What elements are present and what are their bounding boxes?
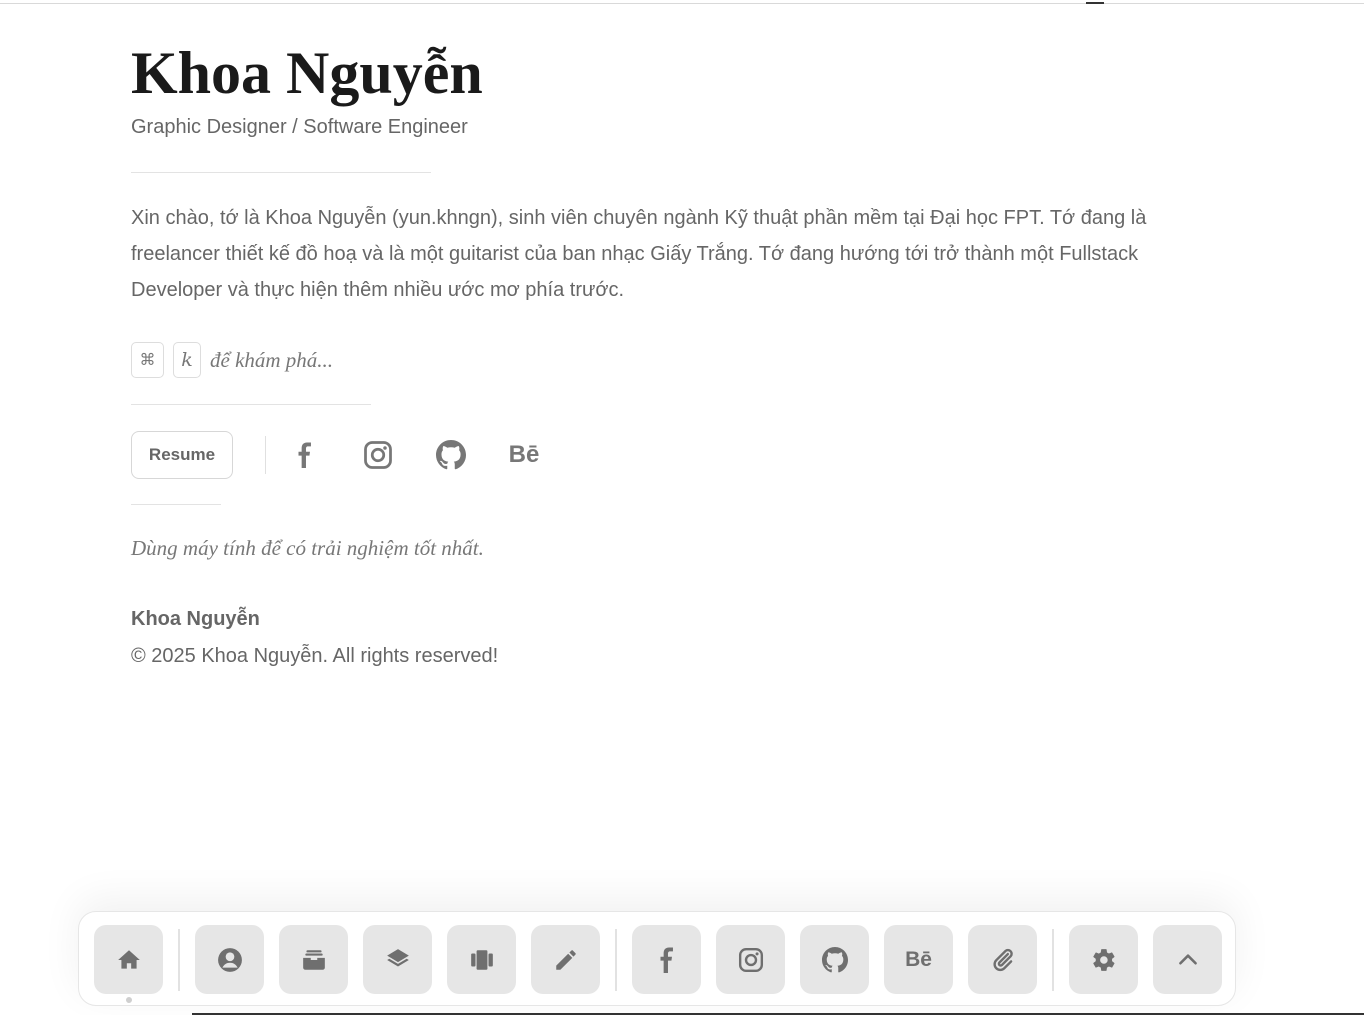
pencil-icon[interactable] <box>531 925 600 994</box>
active-indicator <box>126 997 132 1003</box>
bottom-dock: Bē <box>78 911 1236 1006</box>
profile-icon[interactable] <box>195 925 264 994</box>
divider <box>131 172 431 173</box>
divider <box>131 504 221 505</box>
facebook-icon[interactable] <box>288 438 322 472</box>
github-icon[interactable] <box>434 438 468 472</box>
divider <box>131 404 371 405</box>
settings-icon[interactable] <box>1069 925 1138 994</box>
resume-button[interactable]: Resume <box>131 431 233 479</box>
chevron-up-icon[interactable] <box>1153 925 1222 994</box>
copyright-text: © 2025 Khoa Nguyễn. All rights reserved! <box>131 645 499 667</box>
job-subtitle: Graphic Designer / Software Engineer <box>131 116 468 138</box>
explore-hint: để khám phá... <box>210 347 334 372</box>
dock-divider <box>178 929 180 991</box>
archive-icon[interactable] <box>279 925 348 994</box>
instagram-icon[interactable] <box>716 925 785 994</box>
top-edge-mark <box>1086 2 1104 4</box>
layers-icon[interactable] <box>363 925 432 994</box>
dock-divider <box>615 929 617 991</box>
social-links: Resume Bē <box>131 431 541 479</box>
bio-paragraph: Xin chào, tớ là Khoa Nguyễn (yun.khngn),… <box>131 207 1147 301</box>
dock-divider <box>1052 929 1054 991</box>
home-icon[interactable] <box>94 925 163 994</box>
top-border <box>0 3 1364 4</box>
instagram-icon[interactable] <box>361 438 395 472</box>
gallery-icon[interactable] <box>447 925 516 994</box>
command-palette-hint[interactable]: ⌘ k để khám phá... <box>131 341 333 379</box>
facebook-icon[interactable] <box>632 925 701 994</box>
behance-label: Bē <box>905 947 932 971</box>
paperclip-icon[interactable] <box>968 925 1037 994</box>
vertical-divider <box>265 436 266 474</box>
footer-name: Khoa Nguyễn <box>131 608 260 630</box>
desktop-note: Dùng máy tính để có trải nghiệm tốt nhất… <box>131 536 484 560</box>
page-title: Khoa Nguyễn <box>131 40 483 106</box>
github-icon[interactable] <box>800 925 869 994</box>
k-key[interactable]: k <box>173 342 201 378</box>
cmd-key[interactable]: ⌘ <box>131 342 164 378</box>
behance-icon[interactable]: Bē <box>507 438 541 472</box>
behance-icon[interactable]: Bē <box>884 925 953 994</box>
